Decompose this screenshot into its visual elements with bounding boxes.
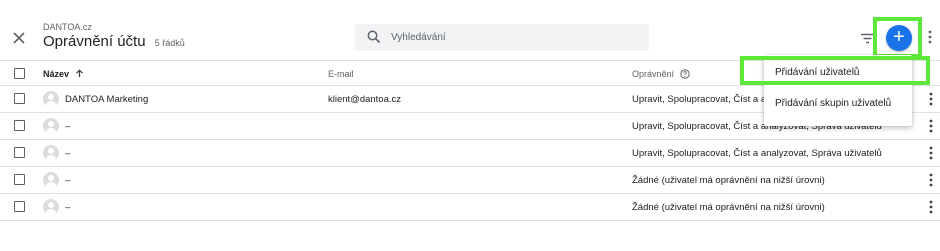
user-email: klient@dantoa.cz — [328, 94, 402, 105]
avatar — [43, 172, 59, 188]
help-icon[interactable] — [679, 69, 690, 79]
user-name: – — [65, 148, 71, 159]
more-options-icon[interactable] — [927, 30, 933, 44]
column-header-permissions: Oprávnění — [632, 69, 690, 79]
user-name: – — [65, 202, 71, 213]
menu-item-highlight — [740, 56, 930, 85]
user-permissions: Žádné (uživatel má oprávnění na nižší úr… — [632, 175, 825, 186]
row-checkbox[interactable] — [14, 201, 25, 212]
user-name: – — [65, 175, 71, 186]
plus-icon: + — [893, 26, 905, 48]
user-name: DANTOA Marketing — [65, 94, 149, 105]
user-permissions: Upravit, Spolupracovat, Číst a analyzova… — [632, 148, 882, 159]
search-icon — [367, 30, 381, 44]
avatar — [43, 145, 59, 161]
add-user-button[interactable]: + — [886, 25, 912, 51]
page-header: DANTOA.cz Oprávnění účtu 5 řádků + — [0, 0, 940, 60]
row-count: 5 řádků — [154, 38, 185, 48]
row-checkbox[interactable] — [14, 120, 25, 131]
sort-arrow-up-icon — [75, 69, 83, 77]
row-checkbox[interactable] — [14, 174, 25, 185]
avatar — [43, 118, 59, 134]
page-title: Oprávnění účtu 5 řádků — [43, 33, 185, 50]
table-row[interactable]: – Žádné (uživatel má oprávnění na nižší … — [0, 167, 940, 194]
avatar — [43, 199, 59, 215]
table-row[interactable]: – Žádné (uživatel má oprávnění na nižší … — [0, 194, 940, 221]
account-name: DANTOA.cz — [43, 22, 92, 32]
row-menu-icon[interactable] — [928, 173, 934, 187]
search-bar[interactable] — [355, 24, 649, 51]
close-icon[interactable] — [11, 30, 27, 46]
search-input[interactable] — [391, 29, 641, 46]
column-header-email: E-mail — [328, 69, 354, 79]
table-row[interactable]: – Upravit, Spolupracovat, Číst a analyzo… — [0, 140, 940, 167]
user-name: – — [65, 121, 71, 132]
row-menu-icon[interactable] — [928, 146, 934, 160]
row-menu-icon[interactable] — [928, 119, 934, 133]
user-permissions: Žádné (uživatel má oprávnění na nižší úr… — [632, 202, 825, 213]
column-header-name-label: Název — [43, 69, 70, 79]
row-menu-icon[interactable] — [928, 92, 934, 106]
column-header-name[interactable]: Název — [43, 69, 84, 79]
menu-item-add-user-groups[interactable]: Přidávání skupin uživatelů — [764, 91, 912, 117]
row-checkbox[interactable] — [14, 147, 25, 158]
select-all-checkbox[interactable] — [14, 68, 25, 79]
avatar — [43, 91, 59, 107]
page-title-text: Oprávnění účtu — [43, 33, 146, 50]
column-header-permissions-label: Oprávnění — [632, 69, 675, 79]
row-checkbox[interactable] — [14, 93, 25, 104]
row-menu-icon[interactable] — [928, 200, 934, 214]
